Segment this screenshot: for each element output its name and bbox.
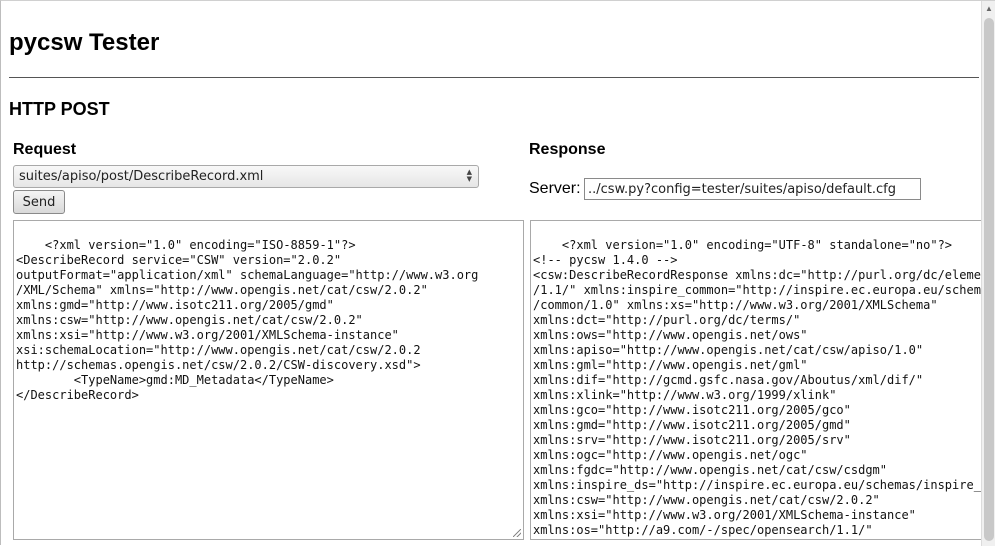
response-textarea[interactable]: <?xml version="1.0" encoding="UTF-8" sta… (530, 220, 981, 540)
scroll-up-icon[interactable]: ▲ (985, 5, 993, 13)
response-body: <?xml version="1.0" encoding="UTF-8" sta… (533, 238, 981, 539)
section-title: HTTP POST (9, 99, 110, 119)
divider (9, 77, 979, 78)
page-title: pycsw Tester (9, 29, 160, 56)
request-select[interactable]: suites/apiso/post/DescribeRecord.xml ▲ ▼ (13, 165, 479, 188)
server-label: Server: (529, 180, 581, 197)
request-body: <?xml version="1.0" encoding="ISO-8859-1… (16, 238, 479, 402)
select-arrows-icon: ▲ ▼ (466, 168, 472, 183)
request-select-value: suites/apiso/post/DescribeRecord.xml (19, 169, 264, 184)
page: pycsw Tester HTTP POST Request suites/ap… (1, 1, 981, 546)
resize-grip-icon[interactable] (513, 529, 521, 537)
scrollbar-thumb[interactable] (984, 18, 994, 541)
request-textarea[interactable]: <?xml version="1.0" encoding="ISO-8859-1… (13, 220, 524, 540)
server-input[interactable] (584, 178, 921, 200)
response-title: Response (529, 141, 606, 158)
page-scrollbar[interactable]: ▲ (981, 1, 995, 546)
send-button[interactable]: Send (13, 190, 65, 214)
request-title: Request (13, 141, 77, 158)
